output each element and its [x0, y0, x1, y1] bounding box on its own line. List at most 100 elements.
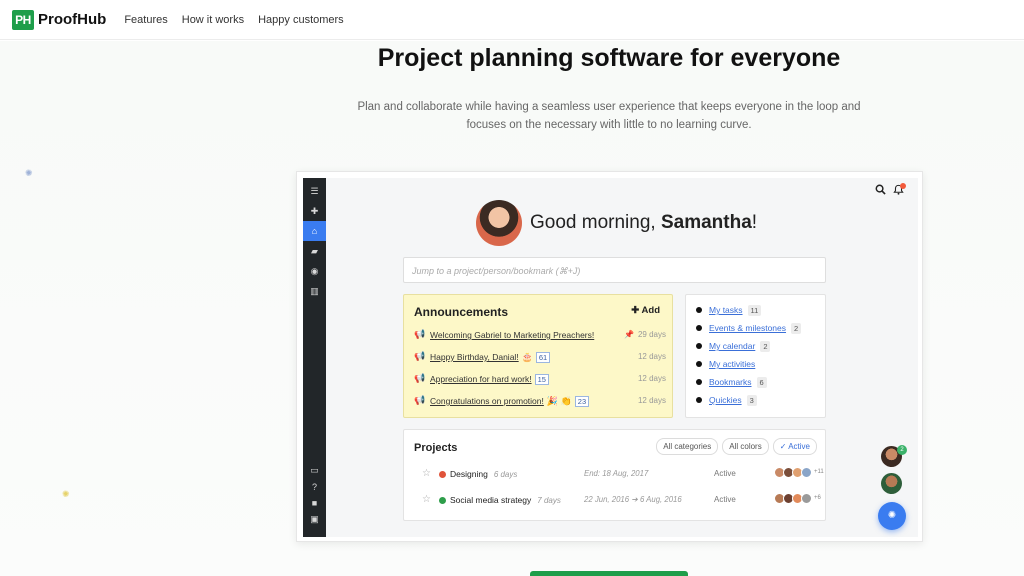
announcement-item[interactable]: 📢 Welcoming Gabriel to Marketing Preache… [414, 329, 666, 343]
project-filters: All categories All colors ✓ Active [652, 438, 817, 455]
project-name-cell: Designing 6 days [450, 469, 517, 479]
more-members: +6 [814, 495, 821, 501]
project-date: End: 18 Aug, 2017 [584, 469, 649, 478]
chat-badge: 2 [897, 445, 907, 455]
chat-avatar[interactable] [881, 473, 902, 494]
star-icon[interactable]: ☆ [422, 494, 431, 505]
hero-subtitle: Plan and collaborate while having a seam… [357, 101, 861, 131]
filter-all-colors[interactable]: All colors [722, 438, 769, 455]
quick-link-count: 11 [747, 304, 762, 316]
announcement-text[interactable]: Happy Birthday, Danial! [430, 352, 519, 362]
announcement-text[interactable]: Welcoming Gabriel to Marketing Preachers… [430, 330, 594, 340]
announcement-days: 29 days [637, 330, 666, 339]
help-icon[interactable]: ? [303, 480, 326, 494]
filter-active[interactable]: ✓ Active [772, 438, 817, 455]
announcement-item[interactable]: 📢 Happy Birthday, Danial! 🎂 61 12 days [414, 351, 666, 365]
project-row[interactable]: ☆ Social media strategy 7 days 22 Jun, 20… [414, 490, 821, 512]
globe-icon[interactable]: ◉ [303, 264, 326, 278]
announcement-line: Congratulations on promotion! 🎉 👏 23 [430, 396, 590, 407]
quick-link-label[interactable]: My calendar [709, 341, 755, 351]
nav-link-features[interactable]: Features [124, 14, 167, 26]
projects-panel: Projects All categories All colors ✓ Act… [403, 429, 826, 521]
user-avatar[interactable] [476, 200, 522, 246]
projects-title: Projects [414, 442, 458, 454]
keyboard-icon[interactable]: ▭ [303, 463, 326, 477]
quick-link-activities[interactable]: My activities [696, 357, 755, 371]
megaphone-icon: 📢 [414, 395, 426, 405]
plus-icon[interactable]: ✚ [303, 204, 326, 218]
announcement-line: Happy Birthday, Danial! 🎂 61 [430, 352, 551, 363]
filter-all-categories[interactable]: All categories [656, 438, 719, 455]
quick-link-label[interactable]: Bookmarks [709, 377, 752, 387]
reaction-count[interactable]: 23 [574, 396, 590, 407]
add-label: Add [641, 305, 660, 316]
quick-link-count: 3 [746, 394, 757, 406]
cta-button[interactable] [530, 571, 688, 576]
project-date: 22 Jun, 2016 ➔ 6 Aug, 2016 [584, 495, 682, 504]
notification-dot [900, 183, 906, 189]
announcement-days: 12 days [637, 396, 666, 405]
bullet-icon [696, 343, 702, 349]
menu-icon[interactable]: ☰ [303, 184, 326, 198]
bullet-icon [696, 397, 702, 403]
add-announcement-button[interactable]: ✚ Add [631, 305, 660, 316]
search-icon[interactable] [872, 184, 888, 200]
proofhub-logo[interactable]: PH ProofHub [12, 9, 107, 30]
sidebar-rail: ☰ ✚ ⌂ ▰ ◉ ▥ ▭ ? ■ ▣ [303, 178, 326, 537]
project-status: Active [714, 495, 736, 504]
megaphone-icon: 📢 [414, 351, 426, 361]
quick-link-label[interactable]: My tasks [709, 305, 743, 315]
reaction-count[interactable]: 15 [534, 374, 549, 385]
quick-link-label[interactable]: Quickies [709, 395, 742, 405]
nav-link-happy-customers[interactable]: Happy customers [258, 14, 344, 26]
quick-link-label[interactable]: Events & milestones [709, 323, 786, 333]
cake-emoji: 🎂 [521, 352, 533, 362]
star-icon[interactable]: ☆ [422, 468, 431, 479]
greeting: Good morning, Samantha! [476, 200, 757, 246]
nav-links: Features How it works Happy customers [124, 14, 357, 26]
top-icons [870, 183, 906, 200]
announcement-text[interactable]: Appreciation for hard work! [430, 374, 532, 384]
bullet-icon [696, 379, 702, 385]
announcement-line: Appreciation for hard work! 15 [430, 374, 549, 385]
quick-link-label[interactable]: My activities [709, 359, 755, 369]
announcement-item[interactable]: 📢 Congratulations on promotion! 🎉 👏 23 12 … [414, 395, 666, 409]
folder-icon[interactable]: ▰ [303, 244, 326, 258]
quick-link-calendar[interactable]: My calendar 2 [696, 339, 771, 353]
project-name-cell: Social media strategy 7 days [450, 495, 561, 505]
notification-bell-icon[interactable] [890, 183, 906, 200]
megaphone-icon: 📢 [414, 373, 426, 383]
project-days: 7 days [537, 496, 561, 505]
nav-link-how-it-works[interactable]: How it works [182, 14, 244, 26]
greeting-text: Good morning, Samantha! [530, 212, 757, 234]
project-row[interactable]: ☆ Designing 6 days End: 18 Aug, 2017 Acti… [414, 464, 824, 486]
quick-link-my-tasks[interactable]: My tasks 11 [696, 303, 762, 317]
decorative-dot-icon: ✺ [25, 168, 33, 178]
project-status: Active [714, 469, 736, 478]
announcements-title: Announcements [414, 305, 509, 319]
monitor-icon[interactable]: ▣ [303, 512, 326, 526]
reports-icon[interactable]: ▥ [303, 284, 326, 298]
chat-icon[interactable]: ■ [303, 496, 326, 510]
quick-link-bookmarks[interactable]: Bookmarks 6 [696, 375, 767, 389]
project-members[interactable]: +6 [774, 493, 821, 504]
greeting-suffix: ! [751, 212, 758, 233]
quick-link-count: 2 [791, 322, 802, 334]
reaction-count[interactable]: 61 [535, 352, 551, 363]
announcement-text[interactable]: Congratulations on promotion! [430, 396, 544, 406]
home-icon[interactable]: ⌂ [303, 221, 326, 241]
jump-search-input[interactable]: Jump to a project/person/bookmark (⌘+J) [403, 257, 826, 283]
project-members[interactable]: +11 [774, 467, 824, 478]
quick-link-events[interactable]: Events & milestones 2 [696, 321, 802, 335]
announcements-panel: Announcements ✚ Add 📢 Welcoming Gabriel … [403, 294, 673, 418]
quick-link-quickies[interactable]: Quickies 3 [696, 393, 757, 407]
announcement-item[interactable]: 📢 Appreciation for hard work! 15 12 days [414, 373, 666, 387]
chat-launcher-button[interactable]: ✺ [878, 502, 906, 530]
member-avatar [801, 467, 812, 478]
announcement-days: 12 days [637, 352, 666, 361]
brand-name: ProofHub [38, 11, 107, 28]
project-color-dot [439, 497, 446, 504]
project-name[interactable]: Social media strategy [450, 495, 531, 505]
project-color-dot [439, 471, 446, 478]
project-name[interactable]: Designing [450, 469, 488, 479]
